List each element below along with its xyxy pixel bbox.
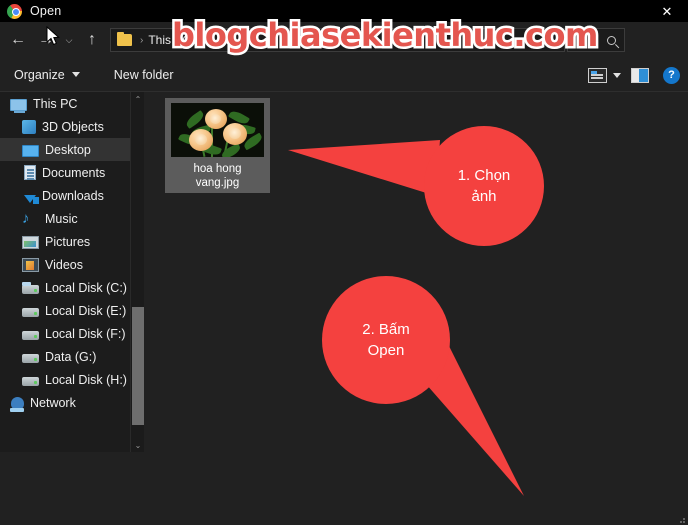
close-icon[interactable]: ✕ [646, 0, 688, 22]
file-name-line-1: hoa hong [193, 163, 242, 175]
up-icon[interactable]: ↑ [78, 25, 106, 55]
help-icon[interactable]: ? [663, 66, 680, 84]
sidebar-item-label: Local Disk (E:) [45, 303, 127, 318]
scrollbar-thumb[interactable] [132, 307, 144, 425]
sidebar-item-label: Data (G:) [45, 349, 97, 364]
sidebar-item-label: Pictures [45, 234, 91, 249]
callout-bubble-1: 1. Chọn ảnh [424, 126, 544, 246]
view-controls: ? [588, 58, 680, 92]
watermark: blogchiasekienthuc.com [170, 14, 601, 57]
disk-icon [22, 331, 39, 340]
dialog-footer: File name: hoa hong vang.jpg Tất cả Tệp … [0, 452, 688, 525]
file-thumbnail [171, 103, 264, 157]
3d-icon [22, 120, 36, 134]
sidebar-item-label: Local Disk (C:) [45, 280, 127, 295]
sidebar-item-local-disk-e[interactable]: Local Disk (E:) [0, 299, 130, 322]
sidebar-item-label: Documents [42, 165, 106, 180]
sidebar-item-label: Music [45, 211, 78, 226]
file-list-pane[interactable]: hoa hong vang.jpg [145, 92, 688, 452]
callout-1-line-2: ảnh [471, 188, 497, 205]
command-bar: Organize New folder ? [0, 58, 688, 92]
sidebar-item-pictures[interactable]: Pictures [0, 230, 130, 253]
navigation-sidebar[interactable]: This PC 3D Objects Desktop Documents Downloa… [0, 92, 130, 452]
sidebar-item-label: Local Disk (F:) [45, 326, 126, 341]
net-icon [10, 396, 24, 412]
preview-pane-icon[interactable] [631, 67, 649, 83]
back-icon[interactable]: ← [4, 25, 32, 55]
chrome-icon [7, 3, 22, 19]
dl-icon [24, 194, 39, 204]
sidebar-item-label: Downloads [42, 188, 104, 203]
callout-2-line-2: Open [367, 342, 405, 359]
disk-icon [22, 354, 39, 363]
scroll-down-icon[interactable]: ⌄ [131, 438, 145, 452]
chevron-down-icon[interactable]: ⌵ [60, 25, 78, 55]
sidebar-item-label: 3D Objects [42, 119, 104, 134]
callout-bubble-2: 2. Bấm Open [322, 276, 450, 404]
sidebar-item-label: Desktop [45, 142, 91, 157]
new-folder-button[interactable]: New folder [108, 62, 180, 88]
file-name-line-2: vang.jpg [195, 177, 240, 189]
sidebar-item-3d-objects[interactable]: 3D Objects [0, 115, 130, 138]
diskc-icon [22, 282, 39, 294]
file-name-label: hoa hong vang.jpg [168, 162, 268, 190]
callout-2-line-1: 2. Bấm [362, 321, 410, 338]
sidebar-item-documents[interactable]: Documents [0, 161, 130, 184]
view-layout-icon[interactable] [588, 67, 607, 83]
list-item[interactable]: hoa hong vang.jpg [165, 98, 270, 193]
sidebar-item-label: Network [30, 395, 76, 410]
pics-icon [22, 236, 39, 249]
doc-icon [24, 165, 36, 180]
scroll-up-icon[interactable]: ⌃ [131, 92, 145, 106]
disk-icon [22, 377, 39, 386]
sidebar-item-label: This PC [33, 96, 78, 111]
sidebar-item-music[interactable]: ♪ Music [0, 207, 130, 230]
chevron-down-icon [71, 72, 80, 77]
sidebar-item-network[interactable]: Network [0, 391, 130, 414]
callout-1-line-1: 1. Chọn [457, 167, 511, 184]
disk-icon [22, 308, 39, 317]
sidebar-item-local-disk-h[interactable]: Local Disk (H:) [0, 368, 130, 391]
pc-icon [10, 98, 27, 113]
folder-icon [117, 32, 132, 46]
sidebar-item-label: Local Disk (H:) [45, 372, 127, 387]
desktop-icon [22, 144, 39, 157]
sidebar-item-downloads[interactable]: Downloads [0, 184, 130, 207]
sidebar-item-this-pc[interactable]: This PC [0, 92, 130, 115]
sidebar-scrollbar[interactable]: ⌃ ⌄ [130, 92, 144, 452]
forward-icon[interactable]: → [32, 25, 60, 55]
organize-label: Organize [14, 67, 65, 82]
search-icon [605, 33, 618, 47]
open-file-dialog: Open ✕ ← → ⌵ ↑ › This PC Organize New fo… [0, 0, 688, 525]
sidebar-item-data-g[interactable]: Data (G:) [0, 345, 130, 368]
sidebar-item-local-disk-f[interactable]: Local Disk (F:) [0, 322, 130, 345]
sidebar-item-videos[interactable]: Videos [0, 253, 130, 276]
music-icon: ♪ [22, 209, 30, 227]
organize-button[interactable]: Organize [8, 62, 86, 88]
sidebar-item-local-disk-c[interactable]: Local Disk (C:) [0, 276, 130, 299]
chevron-down-icon[interactable] [613, 72, 621, 78]
window-title: Open [30, 4, 62, 18]
resize-grip[interactable] [675, 513, 685, 523]
vid-icon [22, 258, 39, 272]
sidebar-item-desktop[interactable]: Desktop [0, 138, 130, 161]
sidebar-item-label: Videos [45, 257, 83, 272]
breadcrumb-separator: › [140, 34, 144, 46]
